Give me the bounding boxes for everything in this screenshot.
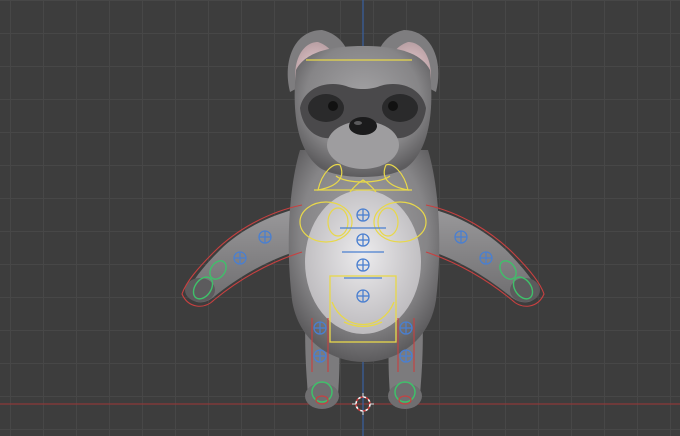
nose-mesh: [349, 117, 377, 135]
left-eye: [328, 101, 338, 111]
3d-viewport[interactable]: [0, 0, 680, 436]
nose-highlight: [354, 121, 362, 125]
right-eye: [388, 101, 398, 111]
viewport-canvas: [0, 0, 680, 436]
left-eye-patch: [308, 94, 344, 122]
right-eye-patch: [382, 94, 418, 122]
